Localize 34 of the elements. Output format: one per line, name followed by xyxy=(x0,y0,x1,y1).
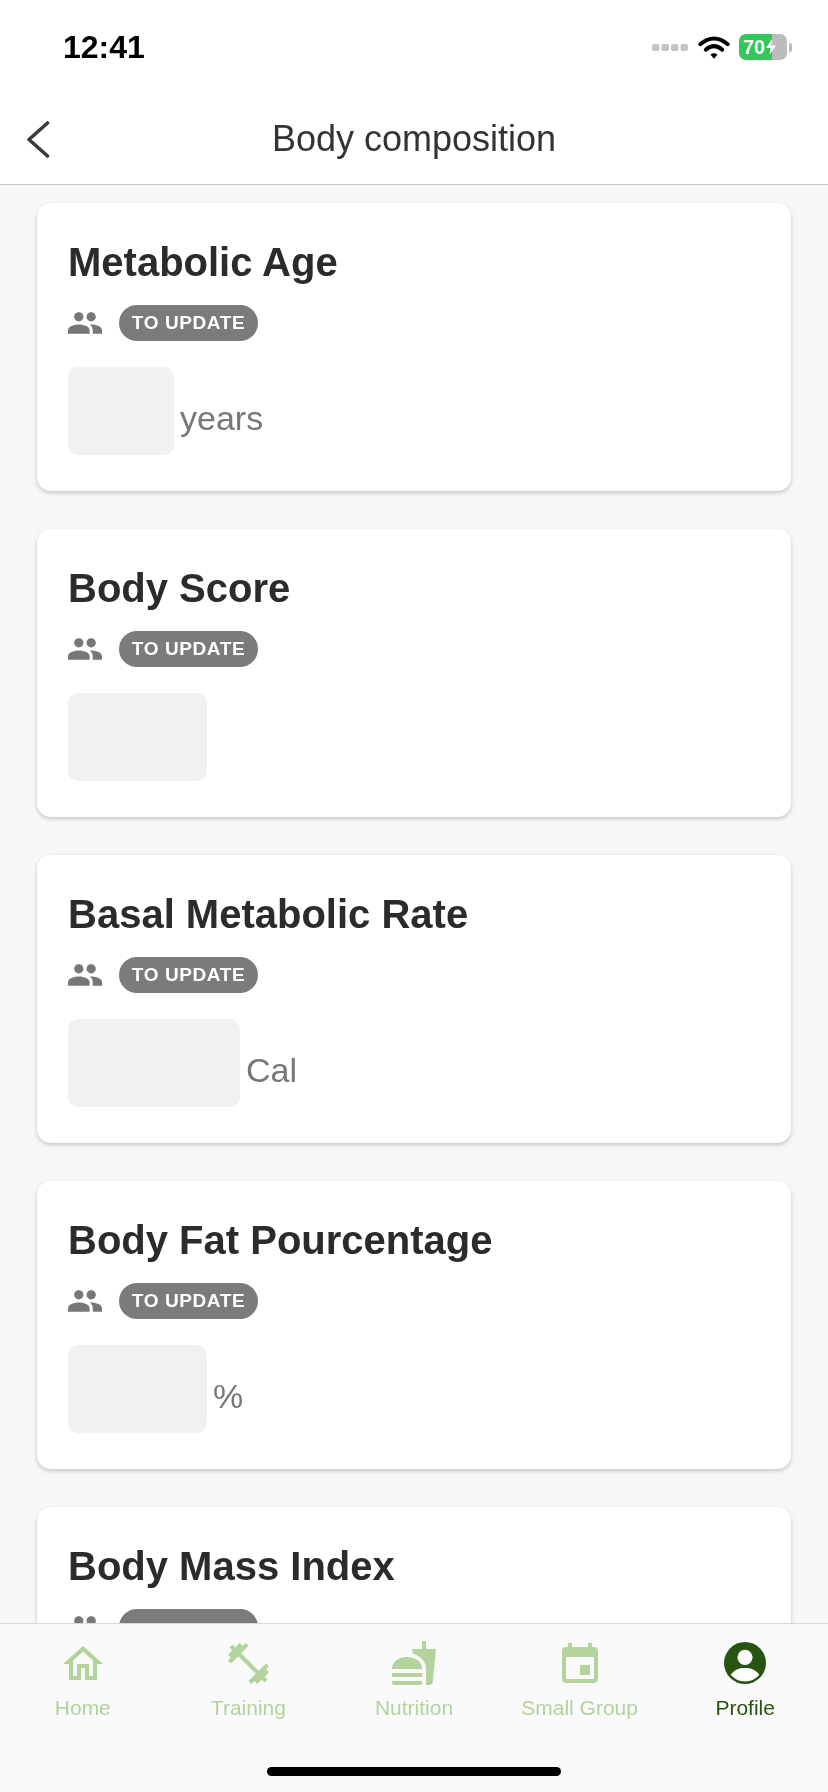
house-icon xyxy=(62,1646,103,1680)
tab-item[interactable]: Small Group xyxy=(521,1641,638,1720)
signal-icon xyxy=(652,43,688,51)
people-icon xyxy=(68,638,102,660)
card-title: Body Mass Index xyxy=(68,1543,395,1589)
tab-item[interactable]: Home xyxy=(54,1641,111,1720)
screen-title: Body composition xyxy=(271,117,557,161)
back-button[interactable] xyxy=(26,120,50,158)
dumbbell-icon xyxy=(227,1642,269,1684)
card-title: Basal Metabolic Rate xyxy=(68,891,469,937)
people-icon xyxy=(68,964,102,986)
tab-item[interactable]: Profile xyxy=(715,1641,775,1720)
status-badge: TO UPDATE xyxy=(119,1283,258,1319)
people-icon xyxy=(68,312,102,334)
card-title: Body Score xyxy=(68,565,291,611)
status-badge: TO UPDATE xyxy=(119,957,258,993)
people-icon xyxy=(68,1290,102,1312)
tab-item[interactable]: Nutrition xyxy=(374,1641,454,1720)
unit-label: years xyxy=(180,398,264,438)
tab-item[interactable]: Training xyxy=(210,1641,286,1720)
chevron-left-icon xyxy=(26,120,50,158)
status-time: 12:41 xyxy=(63,29,145,65)
card-title: Body Fat Pourcentage xyxy=(68,1217,493,1263)
person-circle-icon xyxy=(724,1642,767,1684)
bolt-icon xyxy=(766,39,777,55)
unit-label: % xyxy=(213,1376,244,1416)
calendar-icon xyxy=(561,1643,598,1683)
status-badge: TO UPDATE xyxy=(119,305,258,341)
wifi-icon xyxy=(698,35,730,59)
burger-drink-icon xyxy=(392,1641,436,1685)
unit-label: Cal xyxy=(246,1050,298,1090)
battery-percentage: 70 xyxy=(743,36,766,58)
card-title: Metabolic Age xyxy=(68,239,338,285)
status-badge: TO UPDATE xyxy=(119,631,258,667)
